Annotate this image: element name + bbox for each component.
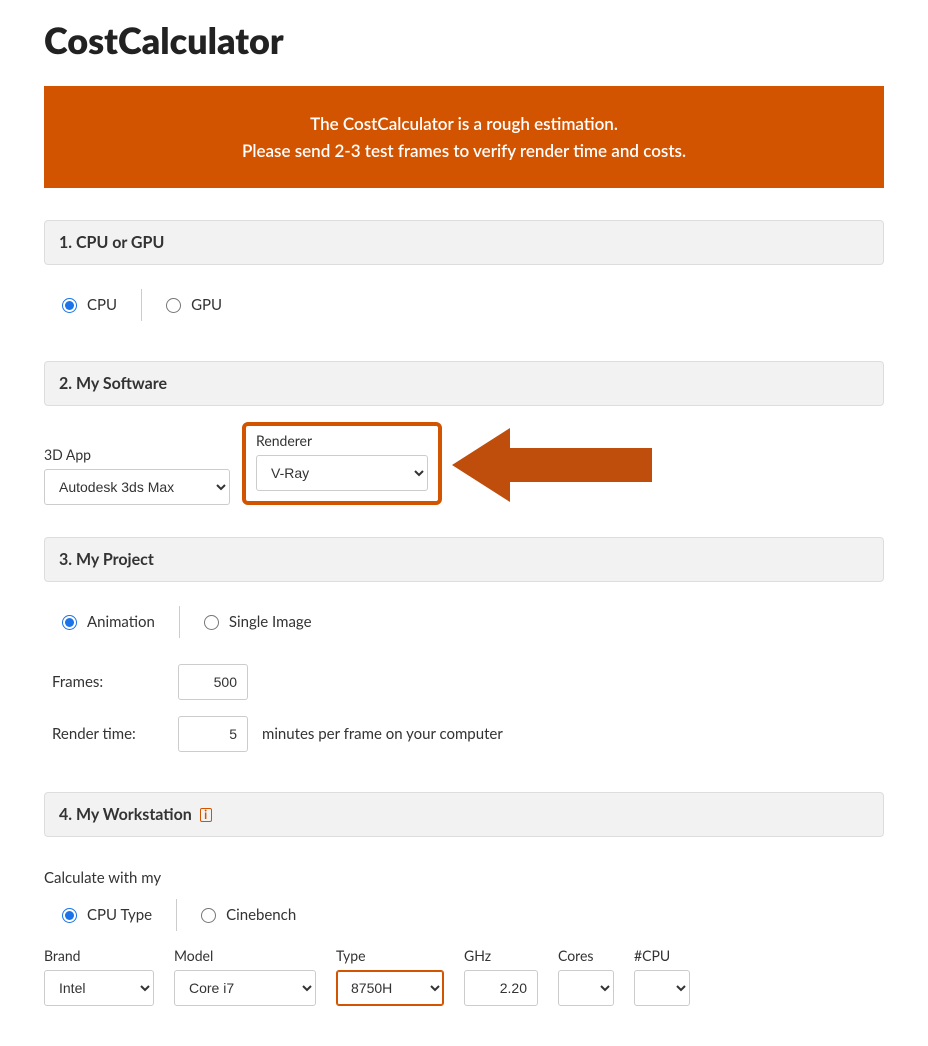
radio-animation-input[interactable] (62, 615, 77, 630)
ncpu-label: #CPU (634, 947, 690, 964)
calc-with-label: Calculate with my (44, 853, 884, 891)
radio-gpu[interactable]: GPU (142, 289, 246, 321)
ghz-label: GHz (464, 947, 538, 964)
section-4-header: 4. My Workstation i (44, 792, 884, 837)
cores-select[interactable]: 6 (558, 970, 614, 1006)
radio-single-input[interactable] (204, 615, 219, 630)
radio-cputype-label: CPU Type (87, 906, 152, 924)
rendertime-label: Render time: (44, 725, 164, 743)
notice-line-2: Please send 2-3 test frames to verify re… (64, 137, 864, 164)
app-select[interactable]: Autodesk 3ds Max (44, 469, 230, 505)
brand-label: Brand (44, 947, 154, 964)
notice-banner: The CostCalculator is a rough estimation… (44, 86, 884, 188)
section-4-title: 4. My Workstation (59, 805, 192, 824)
radio-cputype[interactable]: CPU Type (58, 899, 176, 931)
radio-animation-label: Animation (87, 613, 155, 631)
radio-cinebench-input[interactable] (201, 908, 216, 923)
renderer-highlight: Renderer V-Ray (242, 422, 442, 505)
section-2-header: 2. My Software (44, 361, 884, 406)
radio-cinebench[interactable]: Cinebench (177, 899, 320, 931)
radio-cpu-label: CPU (87, 296, 117, 314)
radio-cpu[interactable]: CPU (58, 289, 141, 321)
type-label: Type (336, 947, 444, 964)
radio-cinebench-label: Cinebench (226, 906, 296, 924)
brand-select[interactable]: Intel (44, 970, 154, 1006)
radio-gpu-input[interactable] (166, 298, 181, 313)
renderer-select[interactable]: V-Ray (256, 455, 428, 491)
info-icon[interactable]: i (200, 808, 212, 822)
radio-single[interactable]: Single Image (180, 606, 336, 638)
frames-input[interactable] (178, 664, 248, 700)
app-label: 3D App (44, 446, 230, 463)
ghz-input[interactable] (464, 970, 538, 1006)
rendertime-input[interactable] (178, 716, 248, 752)
page-title: CostCalculator (44, 18, 884, 62)
section-3-header: 3. My Project (44, 537, 884, 582)
notice-line-1: The CostCalculator is a rough estimation… (64, 110, 864, 137)
annotation-arrow (452, 434, 672, 494)
renderer-label: Renderer (256, 432, 428, 449)
type-select[interactable]: 8750H (336, 970, 444, 1006)
model-label: Model (174, 947, 316, 964)
radio-cpu-input[interactable] (62, 298, 77, 313)
cores-label: Cores (558, 947, 614, 964)
frames-label: Frames: (44, 673, 164, 691)
rendertime-suffix: minutes per frame on your computer (262, 725, 503, 743)
radio-animation[interactable]: Animation (58, 606, 179, 638)
model-select[interactable]: Core i7 (174, 970, 316, 1006)
section-1-header: 1. CPU or GPU (44, 220, 884, 265)
ncpu-select[interactable]: 1 (634, 970, 690, 1006)
radio-single-label: Single Image (229, 613, 312, 631)
radio-cputype-input[interactable] (62, 908, 77, 923)
radio-gpu-label: GPU (191, 296, 222, 314)
